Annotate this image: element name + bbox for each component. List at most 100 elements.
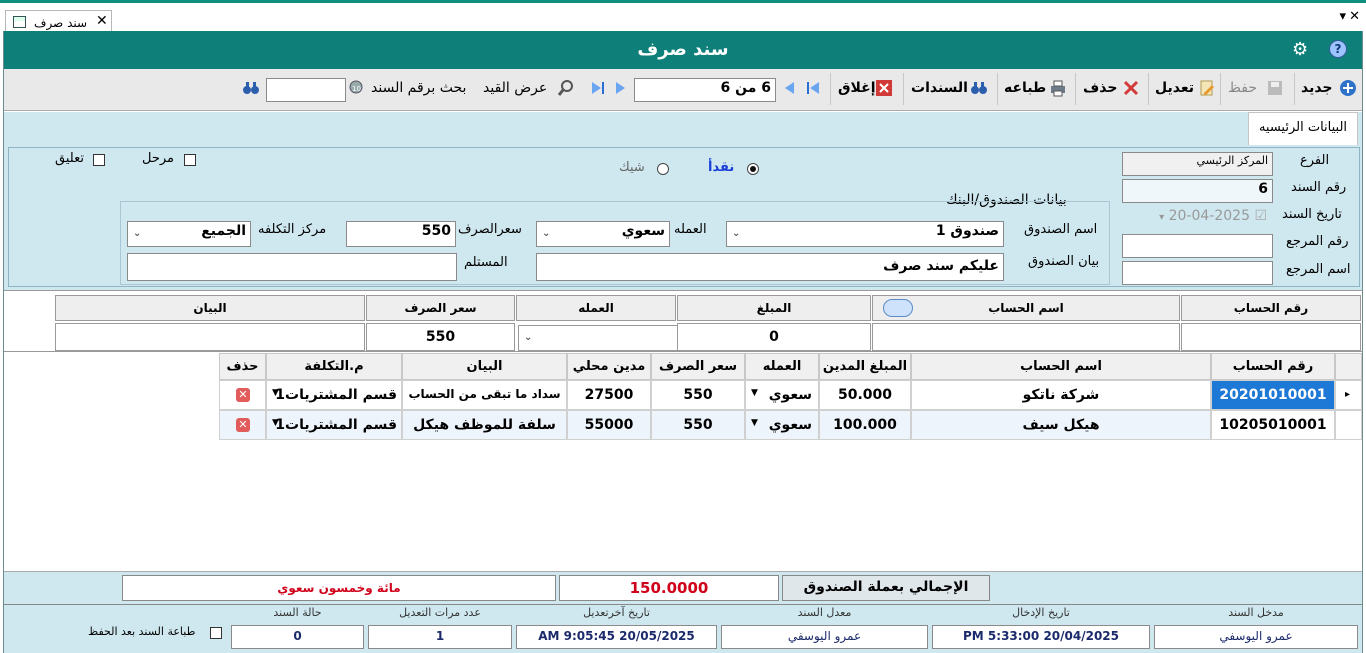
exchange-rate-label: سعرالصرف bbox=[458, 222, 522, 237]
cashbox-description-input[interactable]: عليكم سند صرف bbox=[536, 253, 1004, 281]
previous-record-icon[interactable] bbox=[780, 79, 798, 97]
binoculars-icon[interactable] bbox=[970, 79, 988, 97]
exchange-rate-input[interactable]: 550 bbox=[346, 221, 456, 247]
print-after-save-checkbox[interactable] bbox=[210, 627, 222, 639]
table-cell-account-number[interactable]: 10205010001 bbox=[1211, 410, 1335, 440]
find-binoculars-icon[interactable] bbox=[242, 79, 260, 97]
next-record-icon[interactable] bbox=[612, 79, 630, 97]
print-button[interactable]: طباعه bbox=[1004, 80, 1046, 96]
currency-select[interactable]: سعوي ⌄ bbox=[536, 221, 670, 247]
edit-pencil-icon[interactable] bbox=[1198, 79, 1216, 97]
table-cell-debit-amount[interactable]: 100.000 bbox=[819, 410, 911, 440]
table-cell-cost-center[interactable]: قسم المشتريات1 ▼ bbox=[266, 410, 402, 440]
entry-account-name-input[interactable] bbox=[872, 323, 1180, 351]
table-cell-currency[interactable]: سعوي ▼ bbox=[745, 380, 819, 410]
table-cell-exchange-rate[interactable]: 550 bbox=[651, 410, 745, 440]
posted-checkbox[interactable] bbox=[184, 154, 196, 166]
reference-name-input[interactable] bbox=[1122, 261, 1273, 285]
chevron-down-icon: ⌄ bbox=[542, 228, 551, 239]
record-position-field[interactable]: 6 من 6 bbox=[634, 78, 776, 102]
document-tab-strip: سند صرف ✕ ▾ ✕ bbox=[0, 0, 1366, 34]
table-cell-cost-center[interactable]: قسم المشتريات1 ▼ bbox=[266, 380, 402, 410]
vouchers-button[interactable]: السندات bbox=[911, 80, 968, 96]
table-cell-debit-amount[interactable]: 50.000 bbox=[819, 380, 911, 410]
table-cell-delete: ✕ bbox=[219, 410, 266, 440]
currency-label: العمله bbox=[674, 222, 707, 237]
tab-list-dropdown-icon[interactable]: ▾ bbox=[1339, 9, 1346, 24]
entry-account-number-input[interactable] bbox=[1181, 323, 1361, 351]
number-search-icon[interactable]: 10 bbox=[348, 79, 366, 97]
row-selector[interactable] bbox=[1335, 410, 1362, 440]
table-cell-local-debit[interactable]: 55000 bbox=[567, 410, 651, 440]
reference-number-input[interactable] bbox=[1122, 234, 1273, 258]
voucher-date-label: تاريخ السند bbox=[1282, 207, 1342, 222]
delete-row-icon[interactable]: ✕ bbox=[236, 388, 250, 402]
close-red-box-icon[interactable] bbox=[875, 79, 893, 97]
cash-radio[interactable] bbox=[747, 163, 759, 175]
grid-header-description[interactable]: البيان bbox=[402, 353, 567, 380]
date-dropdown-icon[interactable]: ▾ bbox=[1159, 212, 1164, 223]
grid-header-cost-center[interactable]: م.التكلفة bbox=[266, 353, 402, 380]
cost-center-value: الجميع bbox=[201, 223, 246, 239]
grid-header-account-name[interactable]: اسم الحساب bbox=[911, 353, 1211, 380]
entry-date-value: PM 5:33:00 20/04/2025 bbox=[932, 625, 1150, 649]
entry-description-input[interactable] bbox=[55, 323, 365, 351]
cashbox-name-select[interactable]: صندوق 1 ⌄ bbox=[726, 221, 1004, 247]
cost-center-label: مركز التكلفه bbox=[258, 222, 327, 237]
delete-row-icon[interactable]: ✕ bbox=[236, 418, 250, 432]
cheque-radio[interactable] bbox=[657, 163, 669, 175]
dropdown-arrow-icon[interactable]: ▼ bbox=[272, 388, 279, 398]
save-button[interactable]: حفظ bbox=[1228, 80, 1257, 96]
form-icon bbox=[13, 16, 26, 28]
help-icon[interactable]: ? bbox=[1329, 40, 1347, 58]
table-cell-account-number[interactable]: 20201010001 bbox=[1211, 380, 1335, 410]
table-cell-exchange-rate[interactable]: 550 bbox=[651, 380, 745, 410]
entry-amount-input[interactable]: 0 bbox=[677, 323, 871, 351]
voucher-date-field[interactable]: ☑ 20-04-2025 ▾ bbox=[1122, 206, 1273, 230]
entry-header-currency: العمله bbox=[516, 295, 676, 321]
add-circle-icon[interactable] bbox=[1339, 79, 1357, 97]
entered-by-label: مدخل السند bbox=[1228, 606, 1284, 619]
cost-center-select[interactable]: الجميع ⌄ bbox=[127, 221, 251, 247]
last-record-icon[interactable] bbox=[589, 79, 607, 97]
table-cell-local-debit[interactable]: 27500 bbox=[567, 380, 651, 410]
view-entry-button[interactable]: عرض القيد bbox=[483, 80, 547, 96]
grid-header-account-number[interactable]: رقم الحساب bbox=[1211, 353, 1335, 380]
settings-gear-icon[interactable]: ⚙ bbox=[1292, 39, 1308, 60]
magnifier-icon[interactable] bbox=[557, 79, 575, 97]
grid-header-currency[interactable]: العمله bbox=[745, 353, 819, 380]
row-selector-icon[interactable]: ▸ bbox=[1335, 380, 1362, 410]
edit-button[interactable]: تعديل bbox=[1155, 80, 1194, 96]
dropdown-arrow-icon[interactable]: ▼ bbox=[751, 418, 758, 428]
branch-field[interactable]: المركز الرئيسي bbox=[1122, 152, 1273, 176]
table-cell-currency[interactable]: سعوي ▼ bbox=[745, 410, 819, 440]
close-tab-icon[interactable]: ✕ bbox=[96, 13, 108, 29]
receiver-input[interactable] bbox=[127, 253, 457, 281]
printer-icon[interactable] bbox=[1049, 79, 1067, 97]
suspend-checkbox[interactable] bbox=[93, 154, 105, 166]
close-window-icon[interactable]: ✕ bbox=[1349, 9, 1360, 24]
tab-main-data[interactable]: البيانات الرئيسيه bbox=[1248, 112, 1358, 145]
dropdown-arrow-icon[interactable]: ▼ bbox=[751, 388, 758, 398]
grid-header-local-debit[interactable]: مدين محلي bbox=[567, 353, 651, 380]
grid-header-debit-amount[interactable]: المبلغ المدين bbox=[819, 353, 911, 380]
main-data-tab-header: البيانات الرئيسيه bbox=[4, 112, 1362, 145]
delete-button[interactable]: حذف bbox=[1083, 80, 1117, 96]
date-checkbox-icon[interactable]: ☑ bbox=[1254, 208, 1267, 224]
entry-exchange-rate-input[interactable]: 550 bbox=[366, 323, 515, 351]
table-cell-description[interactable]: سلفة للموظف هيكل bbox=[402, 410, 567, 440]
new-button[interactable]: جديد bbox=[1301, 80, 1333, 96]
table-cell-account-name[interactable]: شركة ناتكو bbox=[911, 380, 1211, 410]
voucher-number-search-input[interactable] bbox=[266, 78, 346, 102]
grid-header-exchange-rate[interactable]: سعر الصرف bbox=[651, 353, 745, 380]
table-cell-description[interactable]: سداد ما تبقى من الحساب bbox=[402, 380, 567, 410]
close-button[interactable]: إغلاق bbox=[838, 80, 876, 96]
delete-x-icon[interactable] bbox=[1122, 79, 1140, 97]
dropdown-arrow-icon[interactable]: ▼ bbox=[272, 418, 279, 428]
link-toggle-icon[interactable] bbox=[883, 299, 913, 317]
table-cell-account-name[interactable]: هيكل سيف bbox=[911, 410, 1211, 440]
first-record-icon[interactable] bbox=[804, 79, 822, 97]
entry-currency-select[interactable]: ⌄ bbox=[518, 325, 678, 351]
grid-header-delete[interactable]: حذف bbox=[219, 353, 266, 380]
document-tab-title: سند صرف bbox=[34, 16, 88, 30]
